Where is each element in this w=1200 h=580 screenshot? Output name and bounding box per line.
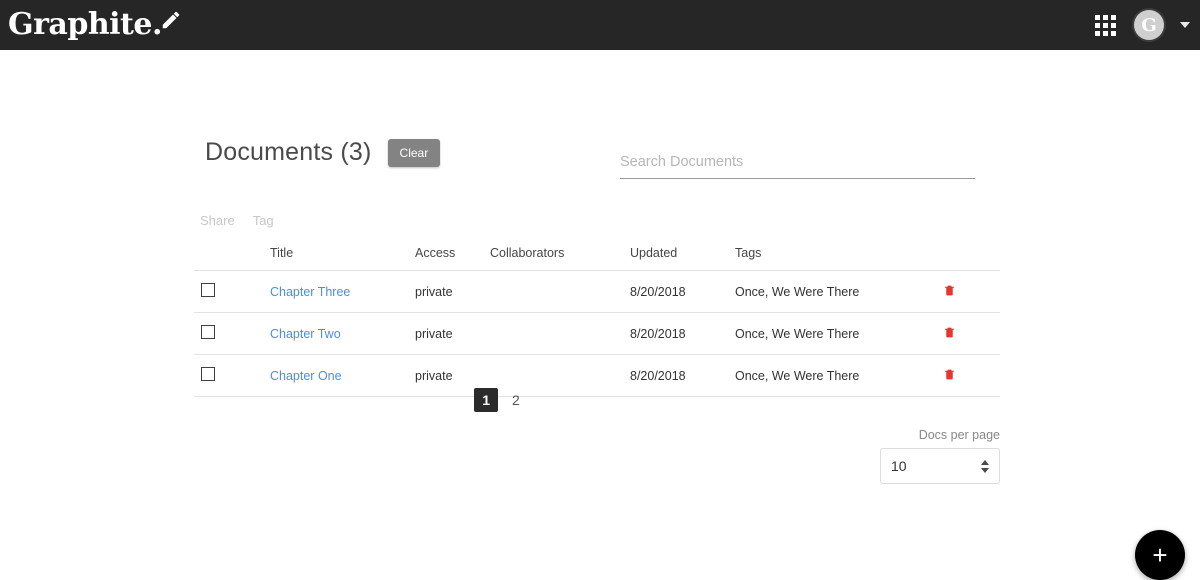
trash-icon[interactable] xyxy=(943,366,956,382)
row-select-cell xyxy=(194,270,270,313)
documents-table: Title Access Collaborators Updated Tags … xyxy=(194,246,1000,397)
page-header: Documents (3) Clear xyxy=(205,138,441,167)
row-delete-cell xyxy=(935,270,1000,313)
row-updated-cell: 8/20/2018 xyxy=(630,312,735,355)
column-header-title: Title xyxy=(270,246,415,271)
brand-name: Graphite. xyxy=(8,7,162,42)
row-title-cell: Chapter Three xyxy=(270,270,415,313)
column-header-updated: Updated xyxy=(630,246,735,271)
clear-button[interactable]: Clear xyxy=(387,138,441,167)
trash-icon[interactable] xyxy=(943,324,956,340)
row-checkbox[interactable] xyxy=(201,367,215,381)
apps-grid-icon[interactable] xyxy=(1091,11,1120,40)
table-row: Chapter Two private 8/20/2018 Once, We W… xyxy=(194,312,1000,355)
apps-grid-dot xyxy=(1111,22,1116,28)
pencil-icon xyxy=(160,9,182,36)
row-delete-cell xyxy=(935,312,1000,355)
apps-grid-dot xyxy=(1095,14,1100,20)
apps-grid-dot xyxy=(1103,22,1108,28)
share-action[interactable]: Share xyxy=(200,214,235,227)
row-updated-cell: 8/20/2018 xyxy=(630,270,735,313)
docs-per-page-select[interactable]: 10 xyxy=(880,448,1000,484)
docs-per-page-label: Docs per page xyxy=(918,428,1000,442)
column-header-collaborators: Collaborators xyxy=(490,246,630,271)
table-header-row: Title Access Collaborators Updated Tags xyxy=(194,246,1000,271)
column-header-access: Access xyxy=(415,246,490,271)
apps-grid-dot xyxy=(1103,30,1108,36)
document-link[interactable]: Chapter One xyxy=(270,369,342,383)
document-link[interactable]: Chapter Three xyxy=(270,285,350,299)
tag-action[interactable]: Tag xyxy=(253,214,274,227)
page-title: Documents (3) xyxy=(205,138,372,166)
column-header-select xyxy=(194,246,270,271)
row-collaborators-cell xyxy=(490,270,630,313)
apps-grid-dot xyxy=(1111,30,1116,36)
top-bar-actions: G xyxy=(1091,0,1190,50)
column-header-tags: Tags xyxy=(735,246,935,271)
apps-grid-dot xyxy=(1095,22,1100,28)
pagination-page-2[interactable]: 2 xyxy=(506,389,526,411)
stepper-up-icon xyxy=(981,459,989,465)
top-navigation-bar: Graphite. G xyxy=(0,0,1200,50)
docs-per-page-value: 10 xyxy=(891,458,907,474)
row-checkbox[interactable] xyxy=(201,325,215,339)
table-row: Chapter Three private 8/20/2018 Once, We… xyxy=(194,270,1000,313)
row-access-cell: private xyxy=(415,312,490,355)
pagination: 1 2 xyxy=(0,388,1000,413)
add-document-button[interactable]: + xyxy=(1135,530,1185,580)
pagination-page-1[interactable]: 1 xyxy=(474,388,498,413)
chevron-down-icon[interactable] xyxy=(1180,22,1190,28)
row-tags-cell: Once, We Were There xyxy=(735,312,935,355)
row-collaborators-cell xyxy=(490,312,630,355)
document-link[interactable]: Chapter Two xyxy=(270,327,341,341)
search-input[interactable] xyxy=(620,150,975,179)
trash-icon[interactable] xyxy=(943,282,956,298)
avatar[interactable]: G xyxy=(1134,10,1164,40)
apps-grid-dot xyxy=(1095,30,1100,36)
row-title-cell: Chapter Two xyxy=(270,312,415,355)
apps-grid-dot xyxy=(1111,14,1116,20)
row-select-cell xyxy=(194,312,270,355)
brand-logo[interactable]: Graphite. xyxy=(8,3,182,47)
table-head: Title Access Collaborators Updated Tags xyxy=(194,246,1000,271)
stepper-icon[interactable] xyxy=(981,459,989,473)
bulk-actions: Share Tag xyxy=(200,214,274,227)
row-access-cell: private xyxy=(415,270,490,313)
row-tags-cell: Once, We Were There xyxy=(735,270,935,313)
row-checkbox[interactable] xyxy=(201,283,215,297)
docs-per-page: Docs per page 10 xyxy=(880,428,1000,484)
column-header-delete xyxy=(935,246,1000,271)
stepper-down-icon xyxy=(981,467,989,473)
search-container xyxy=(620,150,975,179)
apps-grid-dot xyxy=(1103,14,1108,20)
table-body: Chapter Three private 8/20/2018 Once, We… xyxy=(194,270,1000,397)
